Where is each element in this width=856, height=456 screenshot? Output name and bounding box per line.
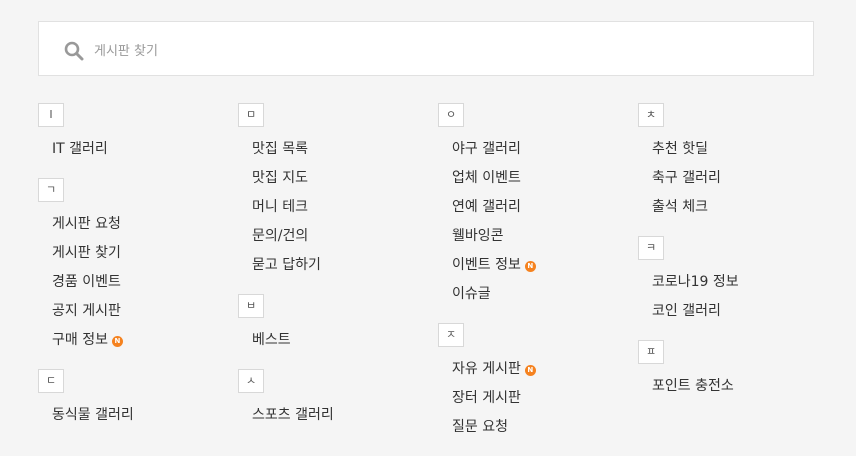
- board-link-label: 묻고 답하기: [252, 257, 321, 273]
- board-group: ㅁ 맛집 목록맛집 지도머니 테크문의/건의묻고 답하기: [238, 103, 428, 280]
- board-link[interactable]: 경품 이벤트: [38, 268, 228, 297]
- board-link-label: 구매 정보: [52, 332, 108, 348]
- board-link-label: 코인 갤러리: [652, 303, 721, 319]
- board-link-label: 경품 이벤트: [52, 274, 121, 290]
- board-link-label: 이벤트 정보: [452, 257, 521, 273]
- index-letter-badge: ㅁ: [238, 103, 264, 127]
- new-badge-icon: N: [111, 336, 123, 347]
- board-link[interactable]: 연예 갤러리: [438, 193, 628, 222]
- board-link[interactable]: 스포츠 갤러리: [238, 401, 428, 430]
- board-link-label: 맛집 지도: [252, 170, 308, 186]
- index-letter-badge: ㄱ: [38, 178, 64, 202]
- board-link-label: 추천 핫딜: [652, 141, 708, 157]
- board-link[interactable]: 이벤트 정보 N: [438, 251, 628, 280]
- board-link[interactable]: 코인 갤러리: [638, 297, 828, 326]
- board-link[interactable]: 포인트 충전소: [638, 372, 828, 401]
- board-group: ㅋ 코로나19 정보코인 갤러리: [638, 236, 828, 326]
- board-link[interactable]: 베스트: [238, 326, 428, 355]
- board-link-label: 코로나19 정보: [652, 274, 739, 290]
- board-group: ㅍ 포인트 충전소: [638, 340, 828, 401]
- search-placeholder: 게시판 찾기: [94, 44, 158, 59]
- index-letter-badge: ㅅ: [238, 369, 264, 393]
- search-icon: [64, 41, 84, 61]
- index-letter-badge: ㅋ: [638, 236, 664, 260]
- board-link[interactable]: 문의/건의: [238, 222, 428, 251]
- board-link[interactable]: 공지 게시판: [38, 297, 228, 326]
- board-search-box[interactable]: 게시판 찾기: [38, 21, 814, 76]
- board-link-label: 업체 이벤트: [452, 170, 521, 186]
- board-link-label: 게시판 찾기: [52, 245, 121, 261]
- board-column: I IT 갤러리 ㄱ 게시판 요청게시판 찾기경품 이벤트공지 게시판구매 정보 N ㄷ 동…: [38, 103, 228, 444]
- board-link-label: 출석 체크: [652, 199, 708, 215]
- board-link[interactable]: IT 갤러리: [38, 135, 228, 164]
- board-link-label: 장터 게시판: [452, 390, 521, 406]
- board-group: I IT 갤러리: [38, 103, 228, 164]
- board-link-label: 머니 테크: [252, 199, 308, 215]
- board-link[interactable]: 맛집 지도: [238, 164, 428, 193]
- board-link-label: 맛집 목록: [252, 141, 308, 157]
- board-column: ㅇ 야구 갤러리 업체 이벤트 연예 갤러리 웰바잉콘 이벤트 정보 N 이슈글 ㅈ 자유 게시판…: [438, 103, 628, 456]
- board-link-label: 포인트 충전소: [652, 378, 734, 394]
- board-link[interactable]: 코로나19 정보: [638, 268, 828, 297]
- board-link-label: 질문 요청: [452, 419, 508, 435]
- board-link-label: 공지 게시판: [52, 303, 121, 319]
- board-link-label: 자유 게시판: [452, 361, 521, 377]
- board-group: ㄷ 동식물 갤러리: [38, 369, 228, 430]
- board-link-label: 동식물 갤러리: [52, 407, 134, 423]
- board-link-label: 게시판 요청: [52, 216, 121, 232]
- board-link[interactable]: 동식물 갤러리: [38, 401, 228, 430]
- new-badge-icon: N: [524, 365, 536, 376]
- board-group: ㅅ 스포츠 갤러리: [238, 369, 428, 430]
- board-link[interactable]: 자유 게시판 N: [438, 355, 628, 384]
- board-link-label: 베스트: [252, 332, 291, 348]
- board-group: ㅊ 추천 핫딜축구 갤러리출석 체크: [638, 103, 828, 222]
- board-link[interactable]: 추천 핫딜: [638, 135, 828, 164]
- board-link-label: 이슈글: [452, 286, 491, 302]
- index-letter-badge: ㅊ: [638, 103, 664, 127]
- board-link[interactable]: 머니 테크: [238, 193, 428, 222]
- new-badge-icon: N: [524, 261, 536, 272]
- board-column: ㅊ 추천 핫딜축구 갤러리출석 체크 ㅋ 코로나19 정보코인 갤러리 ㅍ 포인트 충전소: [638, 103, 828, 415]
- board-link[interactable]: 축구 갤러리: [638, 164, 828, 193]
- board-link[interactable]: 맛집 목록: [238, 135, 428, 164]
- board-link[interactable]: 구매 정보 N: [38, 326, 228, 355]
- board-link[interactable]: 업체 이벤트: [438, 164, 628, 193]
- board-group: ㅈ 자유 게시판 N 장터 게시판질문 요청: [438, 323, 628, 442]
- board-group: ㄱ 게시판 요청게시판 찾기경품 이벤트공지 게시판구매 정보 N: [38, 178, 228, 355]
- board-column: ㅁ 맛집 목록맛집 지도머니 테크문의/건의묻고 답하기 ㅂ 베스트 ㅅ 스포츠 갤러리: [238, 103, 428, 444]
- index-letter-badge: ㅂ: [238, 294, 264, 318]
- board-link[interactable]: 게시판 요청: [38, 210, 228, 239]
- board-link[interactable]: 게시판 찾기: [38, 239, 228, 268]
- board-link-label: 연예 갤러리: [452, 199, 521, 215]
- index-letter-badge: ㅍ: [638, 340, 664, 364]
- board-group: ㅂ 베스트: [238, 294, 428, 355]
- board-link-label: 웰바잉콘: [452, 228, 504, 244]
- board-link-label: IT 갤러리: [52, 141, 108, 157]
- board-link[interactable]: 이슈글: [438, 280, 628, 309]
- board-link[interactable]: 묻고 답하기: [238, 251, 428, 280]
- board-link-label: 문의/건의: [252, 228, 309, 244]
- board-link[interactable]: 야구 갤러리: [438, 135, 628, 164]
- board-link-label: 스포츠 갤러리: [252, 407, 334, 423]
- board-link-label: 야구 갤러리: [452, 141, 521, 157]
- board-group: ㅇ 야구 갤러리업체 이벤트연예 갤러리웰바잉콘이벤트 정보 N 이슈글: [438, 103, 628, 309]
- board-link[interactable]: 웰바잉콘: [438, 222, 628, 251]
- index-letter-badge: ㅇ: [438, 103, 464, 127]
- board-link[interactable]: 출석 체크: [638, 193, 828, 222]
- index-letter-badge: ㅈ: [438, 323, 464, 347]
- index-letter-badge: ㄷ: [38, 369, 64, 393]
- board-link[interactable]: 장터 게시판: [438, 384, 628, 413]
- index-letter-badge: I: [38, 103, 64, 127]
- board-link-label: 축구 갤러리: [652, 170, 721, 186]
